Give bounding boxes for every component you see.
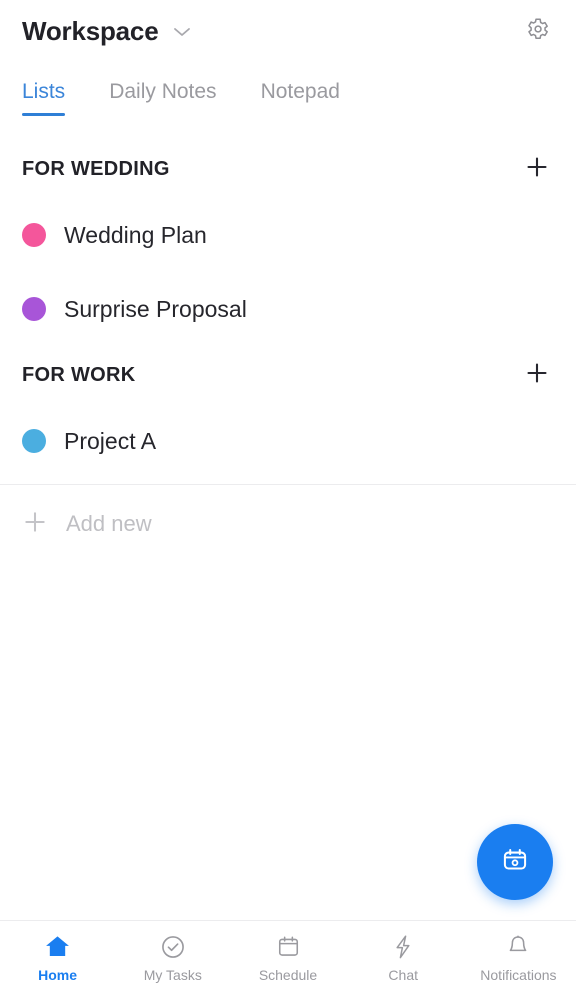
list-item[interactable]: Wedding Plan	[0, 198, 576, 272]
nav-label: Home	[38, 966, 78, 983]
add-new-button[interactable]: Add new	[0, 485, 576, 563]
nav-item-notifications[interactable]: Notifications	[461, 921, 576, 991]
chevron-down-icon	[172, 25, 192, 37]
section-title: FOR WORK	[22, 363, 136, 386]
tab-bar: Lists Daily Notes Notepad	[0, 72, 576, 128]
settings-button[interactable]	[520, 14, 554, 48]
bell-icon	[506, 934, 530, 960]
plus-icon	[525, 155, 549, 184]
tab-lists[interactable]: Lists	[22, 72, 66, 122]
tab-label: Daily Notes	[109, 80, 217, 103]
list-item-label: Project A	[64, 427, 157, 454]
gear-icon	[524, 16, 550, 47]
tab-notepad[interactable]: Notepad	[261, 72, 340, 122]
nav-label: Chat	[388, 966, 418, 983]
plus-icon	[525, 361, 549, 390]
add-list-button-for-work[interactable]	[520, 358, 554, 392]
list-item-label: Wedding Plan	[64, 221, 207, 248]
tab-daily-notes[interactable]: Daily Notes	[109, 72, 216, 122]
nav-item-home[interactable]: Home	[0, 921, 115, 991]
app-screen: Workspace Lists Daily Notes Notepad FOR …	[0, 0, 576, 991]
tab-label: Notepad	[260, 80, 340, 103]
lightning-bolt-icon	[391, 934, 415, 960]
check-circle-icon	[160, 934, 186, 960]
section-header-for-work: FOR WORK	[0, 346, 576, 404]
workspace-selector[interactable]: Workspace	[22, 16, 192, 47]
plus-icon	[22, 509, 48, 540]
list-color-dot	[22, 297, 46, 321]
nav-item-schedule[interactable]: Schedule	[230, 921, 345, 991]
nav-item-my-tasks[interactable]: My Tasks	[115, 921, 230, 991]
add-new-label: Add new	[66, 511, 152, 536]
nav-label: Notifications	[480, 966, 557, 983]
nav-label: My Tasks	[143, 966, 202, 983]
add-list-button-for-wedding[interactable]	[520, 152, 554, 186]
nav-label: Schedule	[258, 966, 318, 983]
list-color-dot	[22, 429, 46, 453]
home-icon	[44, 934, 71, 960]
calendar-radio-icon	[498, 843, 532, 882]
page-title: Workspace	[22, 15, 159, 46]
list-item[interactable]: Surprise Proposal	[0, 272, 576, 346]
section-title: FOR WEDDING	[22, 157, 170, 180]
nav-item-chat[interactable]: Chat	[346, 921, 461, 991]
floating-action-button[interactable]	[477, 824, 553, 900]
lists-panel: FOR WEDDING Wedding Plan Surprise Propos…	[0, 140, 576, 920]
list-item-label: Surprise Proposal	[64, 295, 247, 322]
calendar-icon	[276, 934, 301, 960]
bottom-navigation: Home My Tasks Schedule Chat Notification…	[0, 920, 576, 991]
header: Workspace	[0, 0, 576, 62]
list-item[interactable]: Project A	[0, 404, 576, 478]
tab-label: Lists	[22, 80, 66, 103]
list-color-dot	[22, 223, 46, 247]
section-header-for-wedding: FOR WEDDING	[0, 140, 576, 198]
